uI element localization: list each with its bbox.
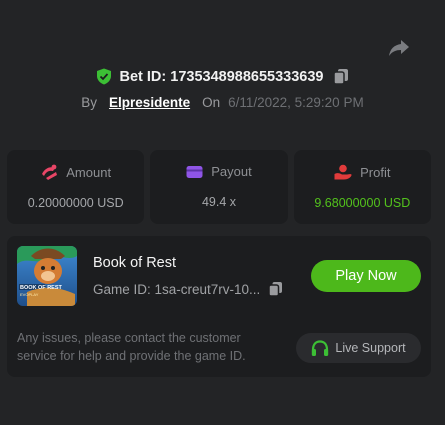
copy-icon[interactable] (268, 281, 283, 297)
profit-value: 9.68000000 USD (314, 196, 411, 210)
amount-value: 0.20000000 USD (27, 196, 124, 210)
amount-label: Amount (66, 164, 112, 180)
on-label: On (202, 95, 221, 110)
copy-icon[interactable] (333, 68, 349, 85)
live-support-button[interactable]: Live Support (296, 333, 421, 363)
stat-profit: Profit 9.68000000 USD (293, 150, 431, 224)
verified-shield-icon (96, 68, 111, 85)
coins-icon (42, 164, 58, 180)
share-icon[interactable] (388, 38, 410, 58)
bet-details-page: Bet ID: 1735348988655333639 By Elpreside… (0, 0, 445, 425)
game-card: BOOK OF REST EVOPLAY Book of Rest Game I… (7, 236, 431, 377)
payout-value: 49.4 x (201, 195, 237, 209)
game-title: Book of Rest (93, 255, 177, 271)
game-thumbnail[interactable]: BOOK OF REST EVOPLAY (17, 246, 77, 306)
thumb-title: BOOK OF REST (20, 285, 63, 291)
by-label: By (81, 95, 98, 110)
headset-icon (312, 339, 329, 356)
author-row: By Elpresidente On 6/11/2022, 5:29:20 PM (0, 95, 445, 110)
stat-payout: Payout 49.4 x (150, 150, 288, 224)
profit-hand-icon (334, 164, 352, 180)
game-id: Game ID: 1sa-creut7rv-10... (93, 281, 261, 297)
play-now-button[interactable]: Play Now (311, 260, 421, 292)
payout-label: Payout (211, 164, 252, 179)
username-link[interactable]: Elpresidente (109, 95, 190, 110)
live-support-label: Live Support (335, 341, 406, 355)
stat-amount: Amount 0.20000000 USD (7, 150, 145, 224)
stats-row: Amount 0.20000000 USD Payout 49.4 x Prof… (7, 150, 431, 224)
bet-id-row: Bet ID: 1735348988655333639 (0, 68, 445, 85)
bet-datetime: 6/11/2022, 5:29:20 PM (228, 95, 364, 110)
game-id-row: Game ID: 1sa-creut7rv-10... (93, 281, 283, 297)
bet-id: Bet ID: 1735348988655333639 (119, 68, 324, 85)
wallet-icon (186, 165, 203, 178)
profit-label: Profit (360, 164, 391, 180)
thumb-provider: EVOPLAY (20, 292, 39, 297)
support-notice: Any issues, please contact the customer … (17, 331, 246, 363)
